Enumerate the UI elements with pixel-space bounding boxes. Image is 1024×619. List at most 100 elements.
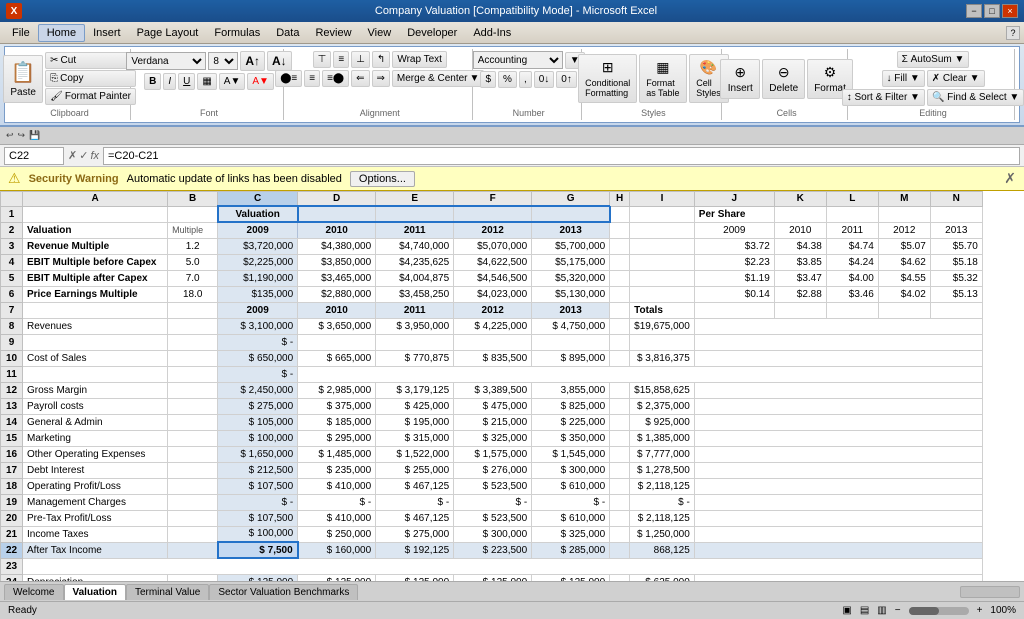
menu-formulas[interactable]: Formulas (206, 25, 268, 41)
cell-d8[interactable]: $ 3,650,000 (298, 318, 376, 334)
cell-jn16[interactable] (694, 446, 982, 462)
cell-h24[interactable] (610, 574, 630, 581)
cell-b20[interactable] (168, 510, 218, 526)
cell-i1[interactable] (630, 206, 695, 222)
cell-g7[interactable]: 2013 (532, 302, 610, 318)
cell-c21[interactable]: $ 100,000 (218, 526, 298, 542)
cell-i13[interactable]: $ 2,375,000 (630, 398, 695, 414)
cell-f17[interactable]: $ 276,000 (454, 462, 532, 478)
cell-b9[interactable] (168, 334, 218, 350)
menu-home[interactable]: Home (38, 24, 85, 42)
cell-a18[interactable]: Operating Profit/Loss (23, 478, 168, 494)
cell-i9[interactable] (630, 334, 695, 350)
cell-f22[interactable]: $ 223,500 (454, 542, 532, 558)
align-right-button[interactable]: ≡⬤ (322, 70, 349, 87)
view-layout-icon[interactable]: ▤ (860, 605, 869, 616)
cell-i6[interactable] (630, 286, 695, 302)
cell-g14[interactable]: $ 225,000 (532, 414, 610, 430)
find-select-button[interactable]: 🔍 Find & Select ▼ (927, 89, 1024, 106)
cell-j4[interactable]: $2.23 (694, 254, 774, 270)
cell-k3[interactable]: $4.38 (774, 238, 826, 254)
menu-page-layout[interactable]: Page Layout (129, 25, 207, 41)
cell-jn17[interactable] (694, 462, 982, 478)
align-center-button[interactable]: ≡ (304, 70, 320, 87)
cell-f21[interactable]: $ 300,000 (454, 526, 532, 542)
cell-h2[interactable] (610, 222, 630, 238)
cell-m1[interactable] (878, 206, 930, 222)
cell-j2[interactable]: 2009 (694, 222, 774, 238)
cell-d15[interactable]: $ 295,000 (298, 430, 376, 446)
cell-m4[interactable]: $4.62 (878, 254, 930, 270)
sheet-tab-welcome[interactable]: Welcome (4, 584, 64, 600)
cell-c9[interactable]: $ - (218, 334, 298, 350)
cell-d1[interactable] (298, 206, 376, 222)
cell-c10[interactable]: $ 650,000 (218, 350, 298, 366)
font-name-select[interactable]: Verdana (126, 52, 206, 70)
cell-b24[interactable] (168, 574, 218, 581)
cell-h4[interactable] (610, 254, 630, 270)
cell-g2[interactable]: 2013 (532, 222, 610, 238)
cell-d13[interactable]: $ 375,000 (298, 398, 376, 414)
cell-jn24[interactable] (694, 574, 982, 581)
cell-e2[interactable]: 2011 (376, 222, 454, 238)
cell-e6[interactable]: $3,458,250 (376, 286, 454, 302)
cell-d22[interactable]: $ 160,000 (298, 542, 376, 558)
cell-h5[interactable] (610, 270, 630, 286)
close-btn[interactable]: × (1002, 4, 1018, 18)
zoom-in-icon[interactable]: + (977, 605, 983, 616)
cell-n1[interactable] (930, 206, 982, 222)
cell-h1[interactable] (610, 206, 630, 222)
cell-jn15[interactable] (694, 430, 982, 446)
cell-k1[interactable] (774, 206, 826, 222)
cell-b8[interactable] (168, 318, 218, 334)
cell-g16[interactable]: $ 1,545,000 (532, 446, 610, 462)
cell-h16[interactable] (610, 446, 630, 462)
cell-c18[interactable]: $ 107,500 (218, 478, 298, 494)
cell-a16[interactable]: Other Operating Expenses (23, 446, 168, 462)
cell-f9[interactable] (454, 334, 532, 350)
cell-b4[interactable]: 5.0 (168, 254, 218, 270)
cell-g8[interactable]: $ 4,750,000 (532, 318, 610, 334)
font-size-select[interactable]: 8 (208, 52, 238, 70)
cell-m3[interactable]: $5.07 (878, 238, 930, 254)
cell-i19[interactable]: $ - (630, 494, 695, 510)
cell-l5[interactable]: $4.00 (826, 270, 878, 286)
cell-j6[interactable]: $0.14 (694, 286, 774, 302)
cell-n3[interactable]: $5.70 (930, 238, 982, 254)
cell-f5[interactable]: $4,546,500 (454, 270, 532, 286)
cell-l2[interactable]: 2011 (826, 222, 878, 238)
align-top-button[interactable]: ⊤ (313, 51, 332, 68)
cell-i14[interactable]: $ 925,000 (630, 414, 695, 430)
paste-button[interactable]: 📋 Paste (3, 55, 43, 103)
zoom-out-icon[interactable]: − (895, 605, 901, 616)
cell-e1[interactable] (376, 206, 454, 222)
cell-e18[interactable]: $ 467,125 (376, 478, 454, 494)
cell-jn21[interactable] (694, 526, 982, 542)
cell-e14[interactable]: $ 195,000 (376, 414, 454, 430)
cell-j5[interactable]: $1.19 (694, 270, 774, 286)
cell-k4[interactable]: $3.85 (774, 254, 826, 270)
sort-filter-button[interactable]: ↕ Sort & Filter ▼ (842, 89, 925, 106)
cell-i5[interactable] (630, 270, 695, 286)
cell-g12[interactable]: 3,855,000 (532, 382, 610, 398)
cell-c16[interactable]: $ 1,650,000 (218, 446, 298, 462)
cell-e17[interactable]: $ 255,000 (376, 462, 454, 478)
cell-i20[interactable]: $ 2,118,125 (630, 510, 695, 526)
cell-a2[interactable]: Valuation (23, 222, 168, 238)
cell-k7[interactable] (774, 302, 826, 318)
cell-h18[interactable] (610, 478, 630, 494)
cell-a7[interactable] (23, 302, 168, 318)
merge-center-button[interactable]: Merge & Center ▼ (392, 70, 485, 87)
decrease-decimal-button[interactable]: 0↓ (534, 71, 555, 88)
confirm-formula-icon[interactable]: ✓ (79, 149, 88, 162)
horizontal-scrollbar[interactable] (960, 586, 1020, 598)
cell-e21[interactable]: $ 275,000 (376, 526, 454, 542)
cell-c19[interactable]: $ - (218, 494, 298, 510)
font-color-button[interactable]: A▼ (247, 73, 274, 90)
cell-d21[interactable]: $ 250,000 (298, 526, 376, 542)
cell-i24[interactable]: $ 625,000 (630, 574, 695, 581)
cell-h7[interactable] (610, 302, 630, 318)
cell-f7[interactable]: 2012 (454, 302, 532, 318)
menu-addins[interactable]: Add-Ins (465, 25, 519, 41)
cut-button[interactable]: ✂ Cut (45, 52, 136, 69)
